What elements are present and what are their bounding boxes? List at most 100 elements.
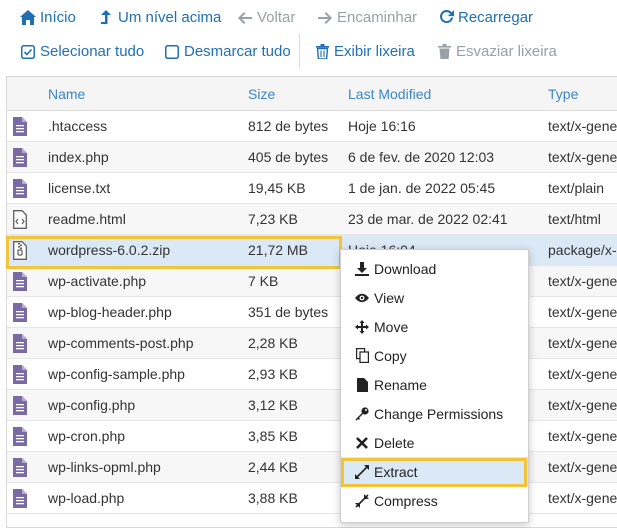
menu-item-download[interactable]: Download [341, 254, 528, 283]
refresh-icon [438, 10, 454, 26]
file-name: wordpress-6.0.2.zip [48, 242, 171, 258]
compress-icon [355, 493, 369, 508]
forward-label: Encaminhar [337, 9, 418, 26]
reload-button[interactable]: Recarregar [438, 9, 533, 26]
file-size: 7 KB [248, 273, 279, 289]
arrow-left-icon [237, 10, 253, 26]
file-type: text/x-generic [548, 366, 617, 382]
arrow-right-icon [317, 10, 333, 26]
home-label: Início [40, 9, 76, 26]
column-header-name[interactable]: Name [48, 86, 85, 102]
menu-item-label: Copy [374, 347, 407, 364]
menu-item-copy[interactable]: Copy [341, 341, 528, 370]
file-size: 19,45 KB [248, 180, 306, 196]
file-name: wp-blog-header.php [48, 304, 172, 320]
file-name: wp-comments-post.php [48, 335, 194, 351]
menu-item-move[interactable]: Move [341, 312, 528, 341]
file-text-icon [13, 179, 27, 198]
eye-icon [355, 291, 369, 305]
file-type: text/x-generic [548, 428, 617, 444]
file-icon [355, 377, 369, 392]
select-all-label: Selecionar tudo [40, 43, 145, 60]
menu-item-label: Delete [374, 434, 415, 451]
forward-button[interactable]: Encaminhar [317, 9, 417, 26]
trash-icon [314, 44, 330, 60]
menu-item-label: Move [374, 318, 409, 335]
file-name: wp-config.php [48, 397, 136, 413]
file-type: text/x-generic [548, 149, 617, 165]
file-size: 3,85 KB [248, 428, 298, 444]
unselect-all-button[interactable]: Desmarcar tudo [164, 43, 291, 60]
expand-icon [355, 464, 369, 479]
file-size: 2,93 KB [248, 366, 298, 382]
move-icon [355, 319, 369, 334]
file-text-icon [13, 458, 27, 477]
menu-item-label: Download [374, 260, 437, 277]
table-row[interactable]: index.php 405 de bytes 6 de fev. de 2020 1… [7, 142, 617, 173]
menu-item-delete[interactable]: Delete [341, 428, 528, 457]
menu-item-extract[interactable]: Extract [341, 457, 528, 486]
file-text-icon [13, 334, 27, 353]
toolbar: Início Um nível acima Voltar Encaminhar … [0, 0, 617, 72]
empty-trash-button[interactable]: Esvaziar lixeira [436, 43, 557, 60]
checkbox-empty-icon [164, 44, 180, 60]
file-name: readme.html [48, 211, 126, 227]
menu-item-compress[interactable]: Compress [341, 486, 528, 515]
back-label: Voltar [257, 9, 296, 26]
table-row[interactable]: .htaccess 812 de bytes Hoje 16:16 text/x-ge… [7, 111, 617, 142]
x-icon [355, 436, 369, 450]
file-type: text/x-generic [548, 118, 617, 134]
file-modified: 23 de mar. de 2022 02:41 [348, 211, 508, 227]
menu-item-label: View [374, 289, 405, 306]
back-button[interactable]: Voltar [237, 9, 295, 26]
file-size: 405 de bytes [248, 149, 329, 165]
home-button[interactable]: Início [20, 9, 76, 26]
select-all-button[interactable]: Selecionar tudo [20, 43, 144, 60]
file-name: wp-cron.php [48, 428, 126, 444]
level-up-icon [98, 9, 114, 26]
menu-item-label: Change Permissions [374, 405, 504, 422]
file-text-icon [13, 303, 27, 322]
copy-icon [355, 348, 369, 363]
file-text-icon [13, 272, 27, 291]
file-type: text/x-generic [548, 304, 617, 320]
file-modified: Hoje 16:16 [348, 118, 416, 134]
toolbar-divider [299, 34, 300, 68]
view-trash-button[interactable]: Exibir lixeira [314, 43, 415, 60]
file-type: text/html [548, 211, 601, 227]
file-type: text/x-generic [548, 273, 617, 289]
table-row[interactable]: readme.html 7,23 KB 23 de mar. de 2022 02:… [7, 204, 617, 235]
trash-icon [436, 44, 452, 60]
file-modified: 1 de jan. de 2022 05:45 [348, 180, 496, 196]
file-type: package/x-generic [548, 242, 617, 258]
menu-item-label: Rename [374, 376, 427, 393]
menu-item-change-permissions[interactable]: Change Permissions [341, 399, 528, 428]
menu-item-rename[interactable]: Rename [341, 370, 528, 399]
table-row[interactable]: license.txt 19,45 KB 1 de jan. de 2022 05:… [7, 173, 617, 204]
column-header-type[interactable]: Type [548, 86, 578, 102]
home-icon [20, 10, 36, 26]
file-zip-icon [13, 241, 27, 260]
file-name: wp-activate.php [48, 273, 147, 289]
unselect-all-label: Desmarcar tudo [184, 43, 291, 60]
view-trash-label: Exibir lixeira [334, 43, 415, 60]
file-size: 351 de bytes [248, 304, 329, 320]
menu-item-view[interactable]: View [341, 283, 528, 312]
reload-label: Recarregar [458, 9, 534, 26]
key-icon [355, 406, 369, 421]
up-one-level-label: Um nível acima [118, 9, 222, 26]
column-header-modified[interactable]: Last Modified [348, 86, 431, 102]
up-one-level-button[interactable]: Um nível acima [98, 9, 221, 26]
file-size: 3,12 KB [248, 397, 298, 413]
context-menu: Download View Move Copy Rename Change Permiss… [340, 249, 529, 523]
file-type: text/plain [548, 180, 605, 196]
menu-item-label: Compress [374, 492, 438, 509]
file-name: .htaccess [48, 118, 108, 134]
empty-trash-label: Esvaziar lixeira [456, 43, 557, 60]
file-size: 21,72 MB [248, 242, 308, 258]
file-size: 812 de bytes [248, 118, 329, 134]
file-code-icon [13, 210, 27, 229]
file-text-icon [13, 396, 27, 415]
column-header-size[interactable]: Size [248, 86, 275, 102]
file-type: text/x-generic [548, 490, 617, 506]
